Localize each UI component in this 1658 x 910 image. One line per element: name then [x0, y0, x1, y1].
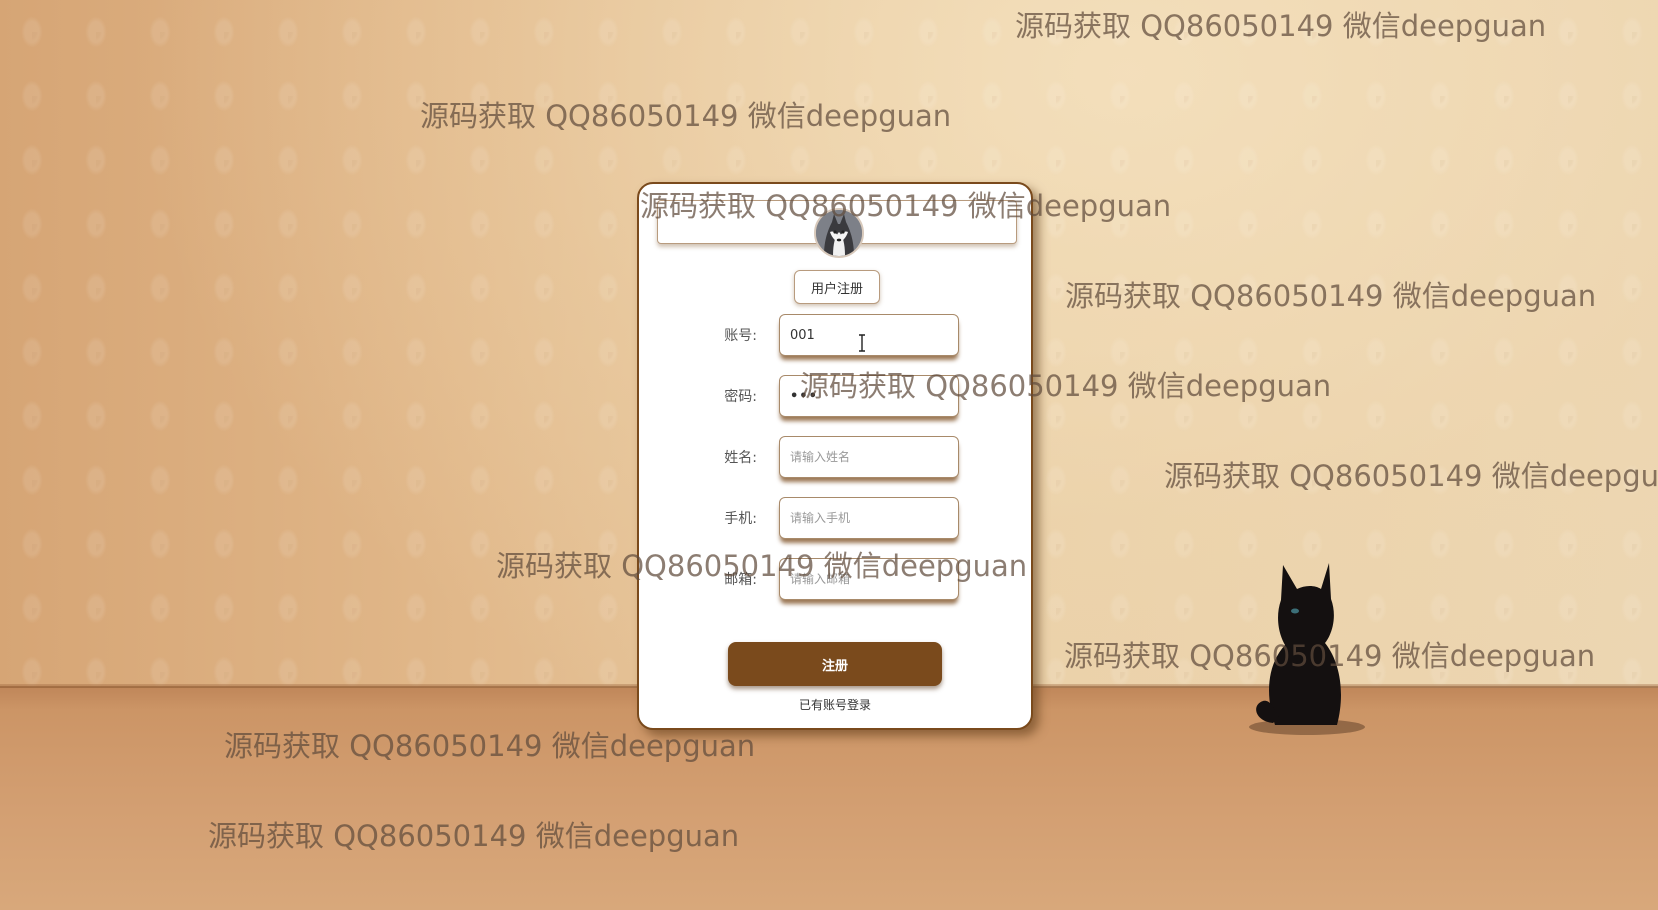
register-button[interactable]: 注册: [728, 642, 942, 686]
husky-dog-avatar-icon: [816, 210, 862, 256]
password-input[interactable]: [779, 375, 959, 417]
email-label: 邮箱:: [724, 572, 757, 588]
black-cat-icon: [1249, 563, 1365, 735]
account-input[interactable]: [779, 314, 959, 356]
phone-row: 手机:: [639, 497, 1031, 541]
email-input[interactable]: [779, 558, 959, 600]
avatar: [814, 208, 864, 258]
name-row: 姓名:: [639, 436, 1031, 480]
phone-input[interactable]: [779, 497, 959, 539]
password-label: 密码:: [724, 389, 757, 405]
phone-label: 手机:: [724, 511, 757, 527]
register-card: 用户注册 账号: 密码: 姓名: 手机: 邮箱: 注册 已有账号登录: [637, 182, 1033, 730]
account-label: 账号:: [724, 328, 757, 344]
login-link[interactable]: 已有账号登录: [735, 696, 935, 716]
email-row: 邮箱:: [639, 558, 1031, 602]
register-title-button[interactable]: 用户注册: [794, 270, 880, 304]
password-row: 密码:: [639, 375, 1031, 419]
name-label: 姓名:: [724, 450, 757, 466]
account-row: 账号:: [639, 314, 1031, 358]
name-input[interactable]: [779, 436, 959, 478]
